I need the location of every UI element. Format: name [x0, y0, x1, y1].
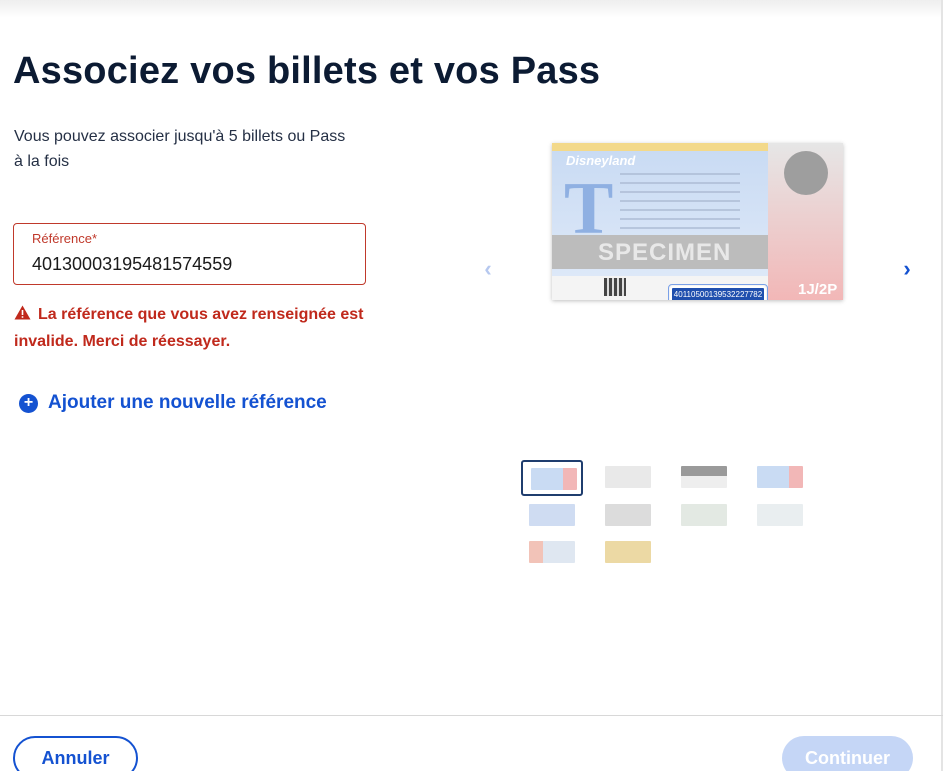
thumbnail-5[interactable]	[521, 498, 583, 534]
reference-input[interactable]	[32, 254, 352, 275]
warning-triangle-icon	[14, 303, 32, 329]
ticket-specimen-text: SPECIMEN	[598, 239, 732, 266]
top-shadow	[0, 0, 943, 18]
ticket-qr-code	[604, 278, 626, 296]
add-reference-label: Ajouter une nouvelle référence	[48, 392, 327, 413]
ticket-illustration: T Disneyland SPECIMEN 401105001395322277…	[552, 143, 843, 300]
thumbnail-3[interactable]	[673, 460, 735, 496]
ticket-brand: Disneyland	[566, 153, 636, 168]
plus-circle-icon: +	[19, 393, 38, 413]
thumbnail-2[interactable]	[597, 460, 659, 496]
thumbnail-9[interactable]	[521, 535, 583, 571]
thumbnail-6[interactable]	[597, 498, 659, 534]
ticket-character-image	[784, 151, 828, 195]
thumbnail-7[interactable]	[673, 498, 735, 534]
add-reference-button[interactable]: + Ajouter une nouvelle référence	[19, 392, 327, 414]
cancel-button[interactable]: Annuler	[13, 736, 138, 771]
page-subtitle: Vous pouvez associer jusqu'à 5 billets o…	[14, 128, 346, 170]
page-title: Associez vos billets et vos Pass	[13, 50, 601, 92]
footer-divider	[0, 715, 943, 716]
thumbnail-1[interactable]	[521, 460, 583, 496]
ticket-days-label: 1J/2P	[798, 281, 838, 298]
chevron-right-icon[interactable]: ›	[897, 256, 917, 281]
thumbnail-8[interactable]	[749, 498, 811, 534]
ticket-reference-code: 40110500139532227782	[670, 286, 766, 300]
reference-field[interactable]: Référence*	[13, 223, 366, 285]
ticket-text-lines	[620, 173, 740, 229]
thumbnail-10[interactable]	[597, 535, 659, 571]
continue-button[interactable]: Continuer	[782, 736, 913, 771]
chevron-left-icon[interactable]: ‹	[478, 256, 498, 281]
thumbnail-4[interactable]	[749, 460, 811, 496]
ticket-top-band	[552, 143, 768, 151]
reference-field-label: Référence*	[32, 231, 98, 246]
error-message: La référence que vous avez renseignée es…	[14, 302, 374, 355]
error-text: La référence que vous avez renseignée es…	[14, 306, 364, 350]
